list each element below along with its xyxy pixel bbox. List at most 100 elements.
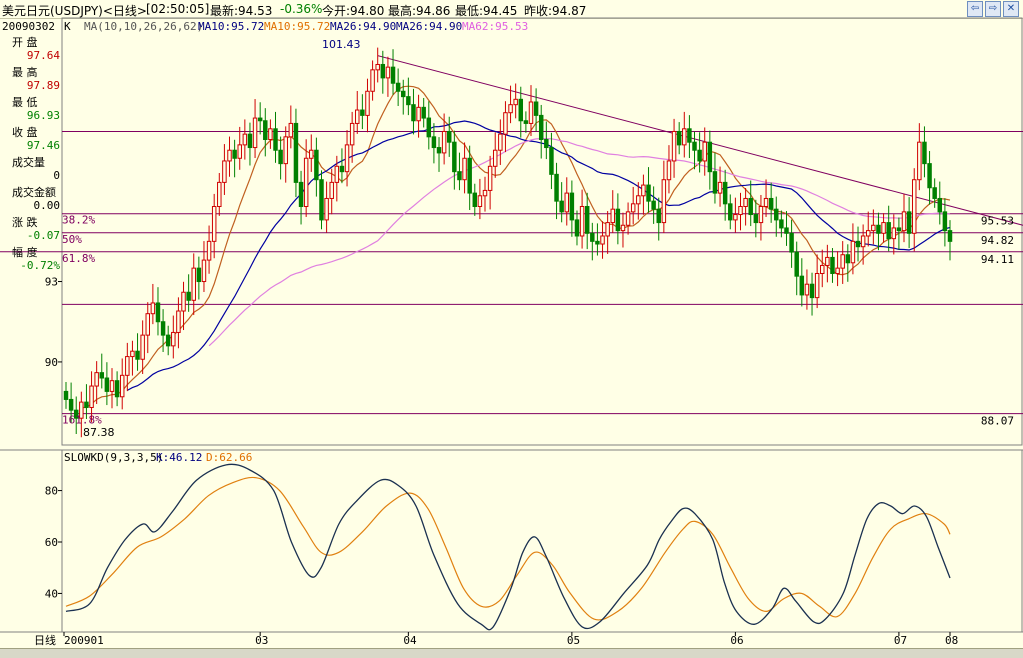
candle-body (590, 232, 595, 242)
candle-body (324, 197, 329, 221)
candle-body (360, 109, 365, 116)
candle-body (268, 128, 273, 141)
candle-body (620, 224, 626, 232)
candle-body (559, 200, 564, 213)
candle-body (436, 147, 442, 154)
candle-body (125, 356, 130, 376)
candle-body (344, 144, 350, 173)
candle-body (533, 101, 539, 116)
candle-body (421, 106, 426, 119)
candle-body (743, 197, 748, 208)
candle-body (482, 189, 488, 197)
candle-body (538, 114, 544, 141)
candle-body (544, 139, 549, 149)
side-label: 幅 度 (12, 245, 38, 259)
fib-right-value: 88.07 (981, 415, 1014, 428)
candle-body (390, 66, 396, 84)
side-value: -0.07 (27, 229, 60, 242)
stoch-y-label: 60 (45, 536, 58, 549)
candle-body (257, 117, 263, 122)
candle-body (554, 173, 559, 202)
candle-body (687, 128, 692, 143)
candle-body (303, 157, 309, 208)
stoch-panel-frame (61, 449, 1023, 633)
candle-body (651, 200, 656, 210)
candle-body (779, 219, 784, 229)
candle-body (171, 331, 176, 347)
candle-body (263, 120, 268, 141)
candle-body (375, 63, 380, 71)
side-label: 成交金额 (12, 185, 56, 199)
candle-body (498, 133, 503, 151)
candle-body (763, 197, 769, 208)
side-value: 97.89 (27, 79, 60, 92)
low-annotation: 87.38 (83, 426, 115, 439)
candle-body (850, 240, 856, 264)
candle-body (922, 141, 927, 165)
candle-body (579, 206, 585, 237)
candle-body (94, 372, 99, 387)
candle-body (222, 160, 227, 183)
candle-body (446, 130, 452, 143)
candle-body (477, 195, 483, 208)
candle-body (641, 184, 646, 197)
candle-body (728, 203, 733, 221)
candle-body (273, 128, 278, 151)
fib-label: 61.8% (62, 252, 95, 265)
candle-body (876, 224, 881, 234)
candle-body (881, 222, 886, 234)
candle-body (584, 206, 590, 234)
candle-body (630, 203, 636, 213)
candle-body (656, 208, 661, 224)
x-tick-label: 03 (255, 634, 268, 647)
stoch-d-line (65, 476, 951, 621)
side-label: 收 盘 (12, 125, 38, 139)
x-tick-label: 07 (894, 634, 907, 647)
candle-body (615, 208, 621, 232)
candle-body (145, 313, 150, 336)
candle-body (625, 211, 631, 226)
candle-body (799, 275, 805, 296)
candle-body (165, 334, 171, 347)
legend-ma-params: MA(10,10,26,26,62) (84, 20, 203, 33)
candle-body (441, 130, 447, 154)
side-value: -0.72% (20, 259, 60, 272)
ma62-line (208, 138, 951, 347)
candle-body (569, 192, 575, 221)
candle-body (232, 149, 237, 159)
candle-body (564, 192, 570, 213)
candle-body (401, 90, 406, 98)
candle-body (503, 112, 508, 135)
candle-body (411, 104, 416, 122)
candle-body (339, 165, 345, 173)
side-label: 最 高 (12, 65, 38, 79)
candle-body (917, 141, 922, 181)
candle-body (298, 181, 304, 208)
candle-body (457, 171, 462, 181)
fib-label: 38.2% (62, 214, 95, 227)
candle-body (349, 122, 355, 146)
candle-body (942, 211, 948, 232)
candle-body (820, 264, 825, 274)
candle-body (191, 267, 196, 301)
x-tick-label: 05 (567, 634, 580, 647)
side-value: 96.93 (27, 109, 60, 122)
candle-body (385, 66, 391, 79)
candle-body (334, 165, 340, 183)
candle-body (309, 149, 314, 159)
candle-body (242, 133, 248, 146)
candle-body (860, 235, 866, 248)
side-value: 0.00 (34, 199, 61, 212)
candle-body (671, 130, 677, 162)
candle-body (784, 227, 789, 234)
candle-body (181, 291, 186, 312)
candle-body (109, 380, 115, 392)
candle-body (896, 227, 902, 232)
chart-canvas[interactable]: 38.2% 95.53 50% 94.82 61.8% 94.11 161.8% 88.07 9… (0, 0, 1023, 657)
stoch-d-label: D:62.66 (206, 451, 252, 464)
candle-body (733, 214, 738, 221)
high-annotation: 101.43 (322, 38, 361, 51)
candle-body (646, 184, 651, 202)
candle-body (196, 267, 202, 283)
candle-body (395, 82, 401, 92)
